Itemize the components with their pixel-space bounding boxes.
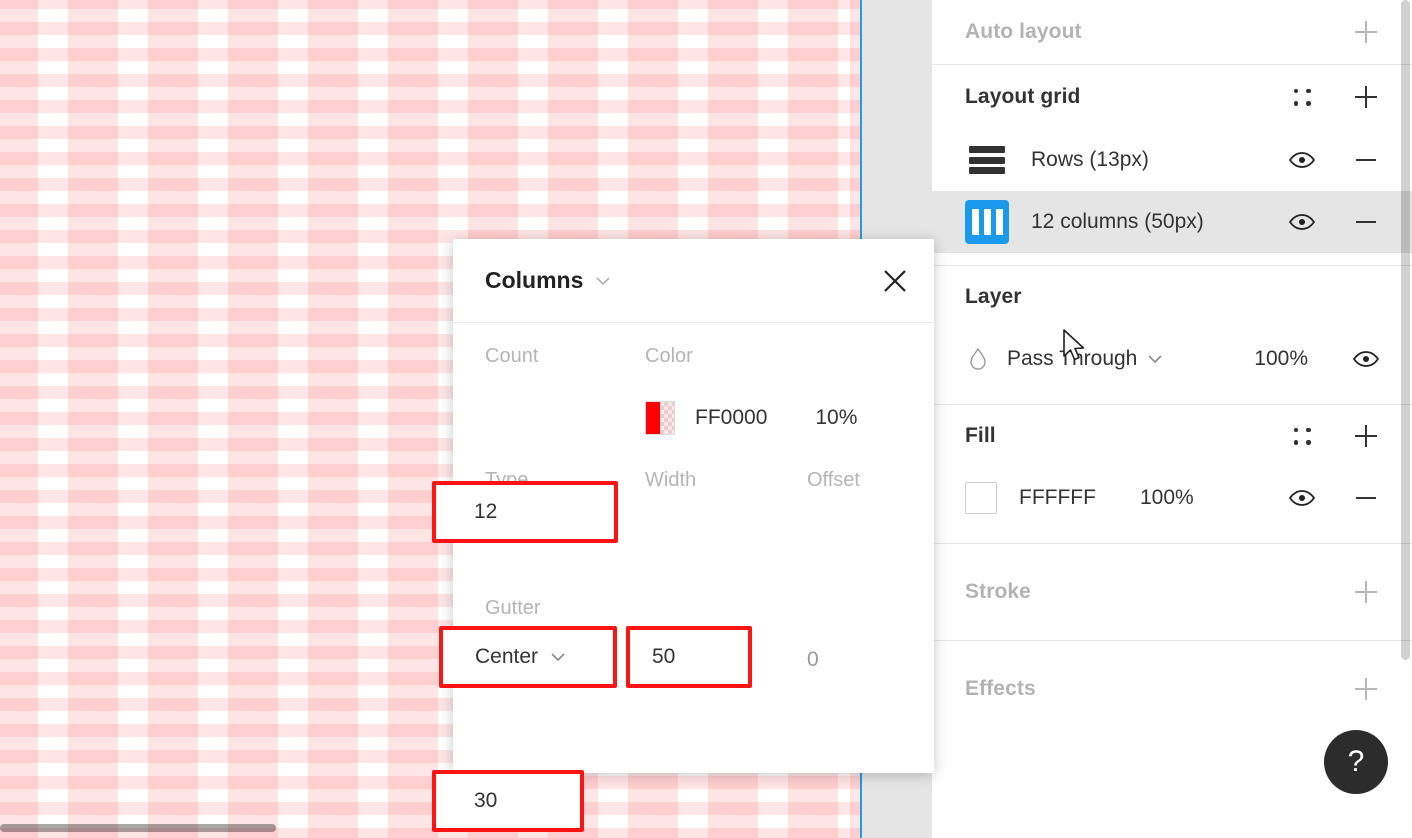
width-value: 50 — [652, 645, 676, 668]
color-opacity-value[interactable]: 10% — [815, 406, 857, 430]
plus-icon — [1355, 581, 1377, 603]
minus-icon — [1356, 159, 1376, 161]
width-input[interactable]: 50 — [626, 626, 752, 688]
remove-rows-button[interactable] — [1346, 140, 1386, 180]
count-input[interactable]: 12 — [432, 481, 618, 543]
grid-dots-icon — [1293, 427, 1311, 445]
effects-title: Effects — [965, 677, 1036, 700]
color-value-row: FF0000 10% — [485, 387, 902, 449]
dialog-header: Columns — [453, 239, 934, 323]
canvas-horizontal-scrollbar[interactable] — [0, 824, 862, 832]
remove-columns-button[interactable] — [1346, 202, 1386, 242]
canvas-horizontal-scrollbar-thumb[interactable] — [0, 824, 276, 832]
eye-icon — [1289, 490, 1315, 506]
layout-grid-title: Layout grid — [965, 85, 1081, 108]
remove-fill-button[interactable] — [1346, 478, 1386, 518]
panel-vertical-scrollbar-thumb[interactable] — [1401, 0, 1410, 660]
minus-icon — [1356, 221, 1376, 223]
fill-color-swatch[interactable] — [965, 482, 997, 514]
figma-editor-window: Auto layout Layout grid Rows (13px) 12 c… — [0, 0, 1412, 838]
layer-header: Layer — [932, 266, 1412, 328]
gutter-input[interactable]: 30 — [432, 770, 584, 832]
properties-panel: Auto layout Layout grid Rows (13px) 12 c… — [931, 0, 1412, 838]
columns-icon[interactable] — [965, 200, 1009, 244]
auto-layout-title: Auto layout — [965, 20, 1082, 43]
section-layout-grid: Layout grid Rows (13px) 12 columns (50px… — [932, 65, 1412, 266]
count-value: 12 — [474, 500, 498, 523]
close-icon[interactable] — [880, 266, 910, 296]
layout-grid-item-label: Rows (13px) — [1031, 148, 1149, 171]
add-stroke-button[interactable] — [1346, 572, 1386, 612]
layout-grid-item-columns[interactable]: 12 columns (50px) — [932, 191, 1412, 253]
add-layout-grid-button[interactable] — [1346, 77, 1386, 117]
help-button[interactable]: ? — [1324, 730, 1388, 794]
type-select[interactable]: Center — [439, 626, 617, 688]
section-effects: Effects — [932, 641, 1412, 737]
grid-dots-icon — [1293, 88, 1311, 106]
type-value: Center — [475, 645, 539, 668]
add-fill-button[interactable] — [1346, 416, 1386, 456]
rows-icon[interactable] — [965, 142, 1009, 178]
plus-icon — [1355, 425, 1377, 447]
fill-title: Fill — [965, 424, 996, 447]
eye-icon — [1353, 351, 1379, 367]
plus-icon — [1355, 678, 1377, 700]
color-label: Color — [645, 345, 693, 367]
fill-header: Fill — [932, 405, 1412, 467]
layer-opacity-value[interactable]: 100% — [1254, 347, 1308, 371]
mouse-cursor — [1063, 329, 1085, 361]
count-label: Count — [485, 345, 539, 367]
offset-input[interactable]: 0 — [807, 648, 819, 672]
layout-grid-item-label: 12 columns (50px) — [1031, 210, 1204, 233]
add-auto-layout-button[interactable] — [1346, 12, 1386, 52]
columns-settings-dialog: Columns Count Color 12 FF0000 10% Type W… — [432, 239, 934, 832]
offset-label: Offset — [807, 469, 860, 491]
color-hex-value[interactable]: FF0000 — [695, 406, 767, 430]
blend-mode-icon — [965, 346, 991, 372]
auto-layout-header: Auto layout — [932, 0, 1412, 64]
offset-value: 0 — [807, 648, 819, 671]
stroke-title: Stroke — [965, 580, 1031, 603]
dialog-body: Count Color 12 FF0000 10% Type Width Off… — [432, 323, 934, 832]
chevron-down-icon — [551, 653, 565, 662]
stroke-header: Stroke — [932, 544, 1412, 640]
toggle-fill-visibility-button[interactable] — [1282, 478, 1322, 518]
layer-title: Layer — [965, 285, 1022, 308]
fill-hex-value[interactable]: FFFFFF — [1019, 486, 1096, 510]
plus-icon — [1355, 86, 1377, 108]
minus-icon — [1356, 497, 1376, 499]
layer-blend-row: Pass Through 100% — [932, 328, 1412, 390]
effects-header: Effects — [932, 641, 1412, 737]
fill-settings-button[interactable] — [1282, 416, 1322, 456]
fill-opacity-value[interactable]: 100% — [1140, 486, 1194, 510]
width-label: Width — [645, 469, 697, 491]
layout-grid-item-rows[interactable]: Rows (13px) — [932, 129, 1412, 191]
toggle-visibility-rows-button[interactable] — [1282, 140, 1322, 180]
layout-grid-settings-button[interactable] — [1282, 77, 1322, 117]
help-label: ? — [1347, 745, 1365, 778]
chevron-down-icon[interactable] — [595, 276, 611, 286]
gutter-value: 30 — [474, 789, 498, 812]
toggle-visibility-columns-button[interactable] — [1282, 202, 1322, 242]
section-fill: Fill FFFFFF 100% — [932, 405, 1412, 544]
section-stroke: Stroke — [932, 544, 1412, 641]
section-auto-layout: Auto layout — [932, 0, 1412, 65]
chevron-down-icon[interactable] — [1147, 354, 1163, 364]
eye-icon — [1289, 152, 1315, 168]
section-layer: Layer Pass Through 100% — [932, 266, 1412, 405]
eye-icon — [1289, 214, 1315, 230]
plus-icon — [1355, 21, 1377, 43]
layout-grid-header: Layout grid — [932, 65, 1412, 129]
toggle-layer-visibility-button[interactable] — [1346, 339, 1386, 379]
fill-value-row: FFFFFF 100% — [932, 467, 1412, 529]
dialog-title: Columns — [485, 267, 584, 293]
add-effect-button[interactable] — [1346, 669, 1386, 709]
grid-color-swatch[interactable] — [645, 401, 675, 435]
